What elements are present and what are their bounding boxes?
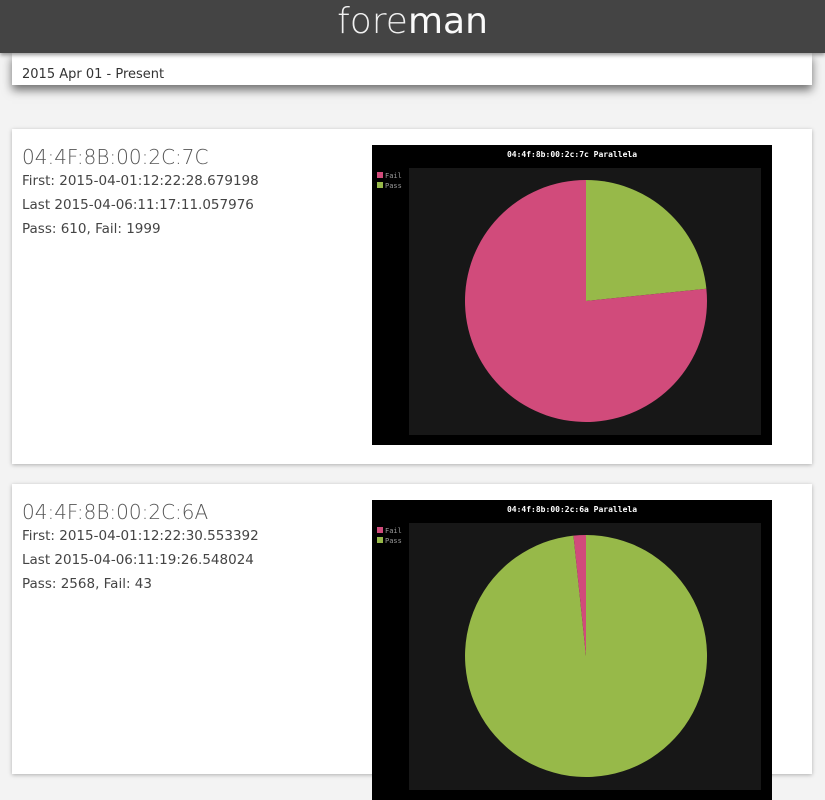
legend-swatch-pass xyxy=(377,537,383,543)
device-first-seen: First: 2015-04-01:12:22:28.679198 xyxy=(22,173,259,189)
legend-label-fail: Fail xyxy=(385,172,402,180)
pass-fail-pie-chart: 04:4f:8b:00:2c:6a Parallela Fail Pass xyxy=(372,500,772,800)
top-navbar: foreman xyxy=(0,0,825,53)
device-id-heading: 04:4F:8B:00:2C:7C xyxy=(22,145,209,169)
brand-part-fore: fore xyxy=(337,1,408,42)
device-id-heading: 04:4F:8B:00:2C:6A xyxy=(22,500,209,524)
date-range-label: 2015 Apr 01 - Present xyxy=(22,67,165,82)
device-pass-fail: Pass: 2568, Fail: 43 xyxy=(22,576,152,592)
legend-label-fail: Fail xyxy=(385,527,402,535)
device-first-seen: First: 2015-04-01:12:22:30.553392 xyxy=(22,528,259,544)
legend-swatch-fail xyxy=(377,527,383,533)
pass-fail-pie-chart: 04:4f:8b:00:2c:7c Parallela Fail Pass xyxy=(372,145,772,445)
legend-label-pass: Pass xyxy=(385,537,402,545)
device-pass-fail: Pass: 610, Fail: 1999 xyxy=(22,221,161,237)
legend-swatch-fail xyxy=(377,172,383,178)
pie-slice-pass[interactable] xyxy=(465,535,708,777)
date-range-panel[interactable]: 2015 Apr 01 - Present xyxy=(12,53,812,85)
legend-label-pass: Pass xyxy=(385,182,402,190)
brand-logo[interactable]: foreman xyxy=(0,1,825,43)
chart-title: 04:4f:8b:00:2c:7c Parallela xyxy=(507,150,637,159)
device-last-seen: Last 2015-04-06:11:19:26.548024 xyxy=(22,552,254,568)
device-last-seen: Last 2015-04-06:11:17:11.057976 xyxy=(22,197,254,213)
device-card: 04:4F:8B:00:2C:6A First: 2015-04-01:12:2… xyxy=(12,484,812,800)
legend-swatch-pass xyxy=(377,182,383,188)
chart-title: 04:4f:8b:00:2c:6a Parallela xyxy=(507,505,637,514)
device-card: 04:4F:8B:00:2C:7C First: 2015-04-01:12:2… xyxy=(12,129,812,464)
brand-part-man: man xyxy=(407,1,488,42)
